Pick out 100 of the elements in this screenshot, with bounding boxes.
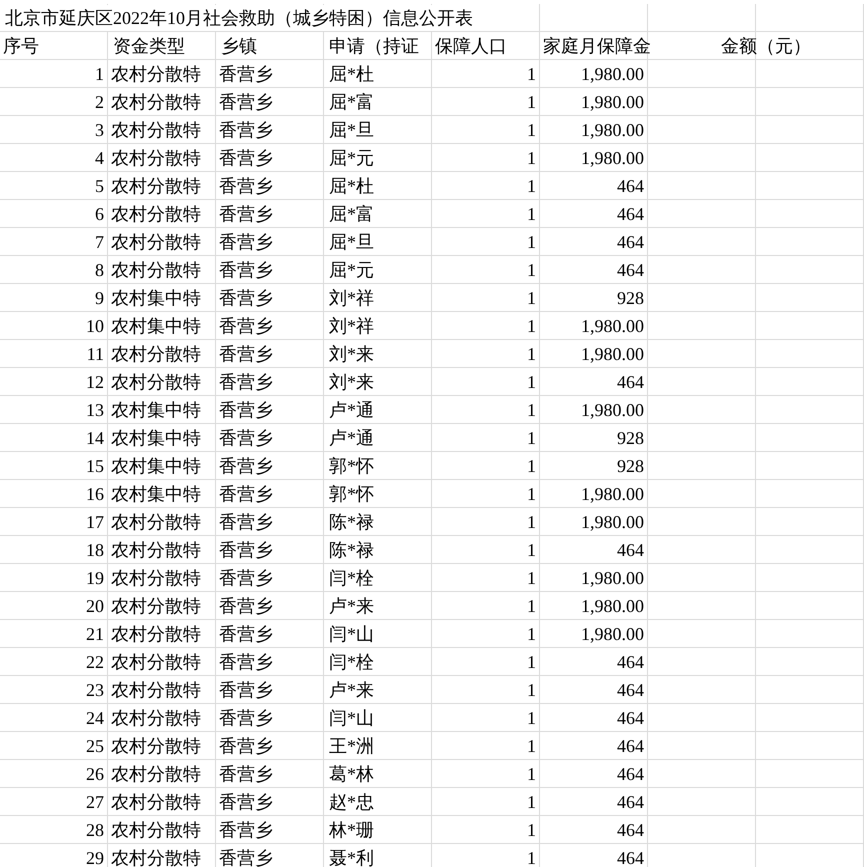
table-cell: 香营乡 <box>219 569 273 587</box>
table-cell: 农村分散特 <box>111 765 201 783</box>
table-cell: 香营乡 <box>219 177 273 195</box>
table-cell: 香营乡 <box>219 205 273 223</box>
table-cell: 1 <box>527 177 536 195</box>
table-cell: 香营乡 <box>219 765 273 783</box>
column-header: 家庭月保障金 <box>543 37 651 55</box>
table-cell: 香营乡 <box>219 429 273 447</box>
table-cell: 卢*通 <box>329 401 374 419</box>
table-cell: 屈*富 <box>329 205 374 223</box>
table-cell: 香营乡 <box>219 793 273 811</box>
table-cell: 464 <box>617 737 644 755</box>
table-cell: 陈*禄 <box>329 541 374 559</box>
table-cell: 闫*栓 <box>329 653 374 671</box>
table-cell: 1 <box>527 653 536 671</box>
table-cell: 屈*元 <box>329 261 374 279</box>
table-cell: 香营乡 <box>219 597 273 615</box>
table-cell: 1 <box>527 289 536 307</box>
table-cell: 1,980.00 <box>581 93 644 111</box>
table-cell: 24 <box>86 709 104 727</box>
table-cell: 1 <box>527 709 536 727</box>
table-cell: 农村分散特 <box>111 233 201 251</box>
table-cell: 1,980.00 <box>581 121 644 139</box>
table-cell: 刘*祥 <box>329 317 374 335</box>
table-cell: 464 <box>617 681 644 699</box>
table-cell: 香营乡 <box>219 401 273 419</box>
table-cell: 农村分散特 <box>111 709 201 727</box>
table-cell: 农村集中特 <box>111 401 201 419</box>
table-cell: 1 <box>527 233 536 251</box>
column-header: 资金类型 <box>113 37 185 55</box>
table-cell: 464 <box>617 541 644 559</box>
table-cell: 1 <box>527 373 536 391</box>
table-cell: 香营乡 <box>219 121 273 139</box>
table-cell: 农村分散特 <box>111 177 201 195</box>
table-cell: 1 <box>527 541 536 559</box>
table-cell: 15 <box>86 457 104 475</box>
table-cell: 郭*怀 <box>329 485 374 503</box>
table-cell: 1 <box>527 93 536 111</box>
table-cell: 1 <box>527 457 536 475</box>
table-cell: 4 <box>95 149 104 167</box>
table-cell: 闫*栓 <box>329 569 374 587</box>
table-cell: 1 <box>527 121 536 139</box>
table-cell: 屈*杜 <box>329 177 374 195</box>
table-cell: 农村分散特 <box>111 261 201 279</box>
table-cell: 464 <box>617 793 644 811</box>
table-cell: 1,980.00 <box>581 485 644 503</box>
table-cell: 香营乡 <box>219 821 273 839</box>
table-cell: 闫*山 <box>329 625 374 643</box>
table-cell: 19 <box>86 569 104 587</box>
table-cell: 26 <box>86 765 104 783</box>
sheet-title: 北京市延庆区2022年10月社会救助（城乡特困）信息公开表 <box>3 5 475 31</box>
table-cell: 1 <box>527 821 536 839</box>
table-cell: 464 <box>617 709 644 727</box>
table-cell: 464 <box>617 233 644 251</box>
table-cell: 1 <box>527 205 536 223</box>
table-cell: 9 <box>95 289 104 307</box>
table-cell: 赵*忠 <box>329 793 374 811</box>
table-cell: 农村分散特 <box>111 121 201 139</box>
table-cell: 6 <box>95 205 104 223</box>
table-cell: 香营乡 <box>219 513 273 531</box>
table-cell: 香营乡 <box>219 457 273 475</box>
table-cell: 1 <box>527 597 536 615</box>
table-cell: 13 <box>86 401 104 419</box>
table-cell: 464 <box>617 849 644 867</box>
table-cell: 1,980.00 <box>581 317 644 335</box>
table-cell: 16 <box>86 485 104 503</box>
table-cell: 21 <box>86 625 104 643</box>
table-cell: 1 <box>527 793 536 811</box>
table-cell: 28 <box>86 821 104 839</box>
table-cell: 464 <box>617 821 644 839</box>
table-cell: 农村分散特 <box>111 65 201 83</box>
table-cell: 农村分散特 <box>111 345 201 363</box>
table-cell: 农村集中特 <box>111 317 201 335</box>
table-cell: 农村分散特 <box>111 849 201 867</box>
table-cell: 香营乡 <box>219 317 273 335</box>
table-cell: 1 <box>527 513 536 531</box>
table-cell: 香营乡 <box>219 485 273 503</box>
table-cell: 1 <box>527 765 536 783</box>
table-cell: 1 <box>527 261 536 279</box>
table-cell: 农村分散特 <box>111 625 201 643</box>
table-cell: 464 <box>617 765 644 783</box>
table-cell: 17 <box>86 513 104 531</box>
table-cell: 1 <box>527 737 536 755</box>
table-cell: 928 <box>617 457 644 475</box>
table-cell: 香营乡 <box>219 681 273 699</box>
table-cell: 928 <box>617 289 644 307</box>
table-cell: 农村分散特 <box>111 569 201 587</box>
table-cell: 农村集中特 <box>111 289 201 307</box>
column-header: 保障人口 <box>435 37 507 55</box>
table-cell: 1 <box>527 149 536 167</box>
table-cell: 1 <box>527 625 536 643</box>
table-cell: 刘*来 <box>329 373 374 391</box>
table-cell: 香营乡 <box>219 653 273 671</box>
table-cell: 农村分散特 <box>111 513 201 531</box>
table-cell: 卢*通 <box>329 429 374 447</box>
table-cell: 1,980.00 <box>581 401 644 419</box>
table-cell: 1,980.00 <box>581 597 644 615</box>
table-cell: 农村分散特 <box>111 205 201 223</box>
table-cell: 464 <box>617 653 644 671</box>
column-header: 金额（元） <box>721 37 811 55</box>
